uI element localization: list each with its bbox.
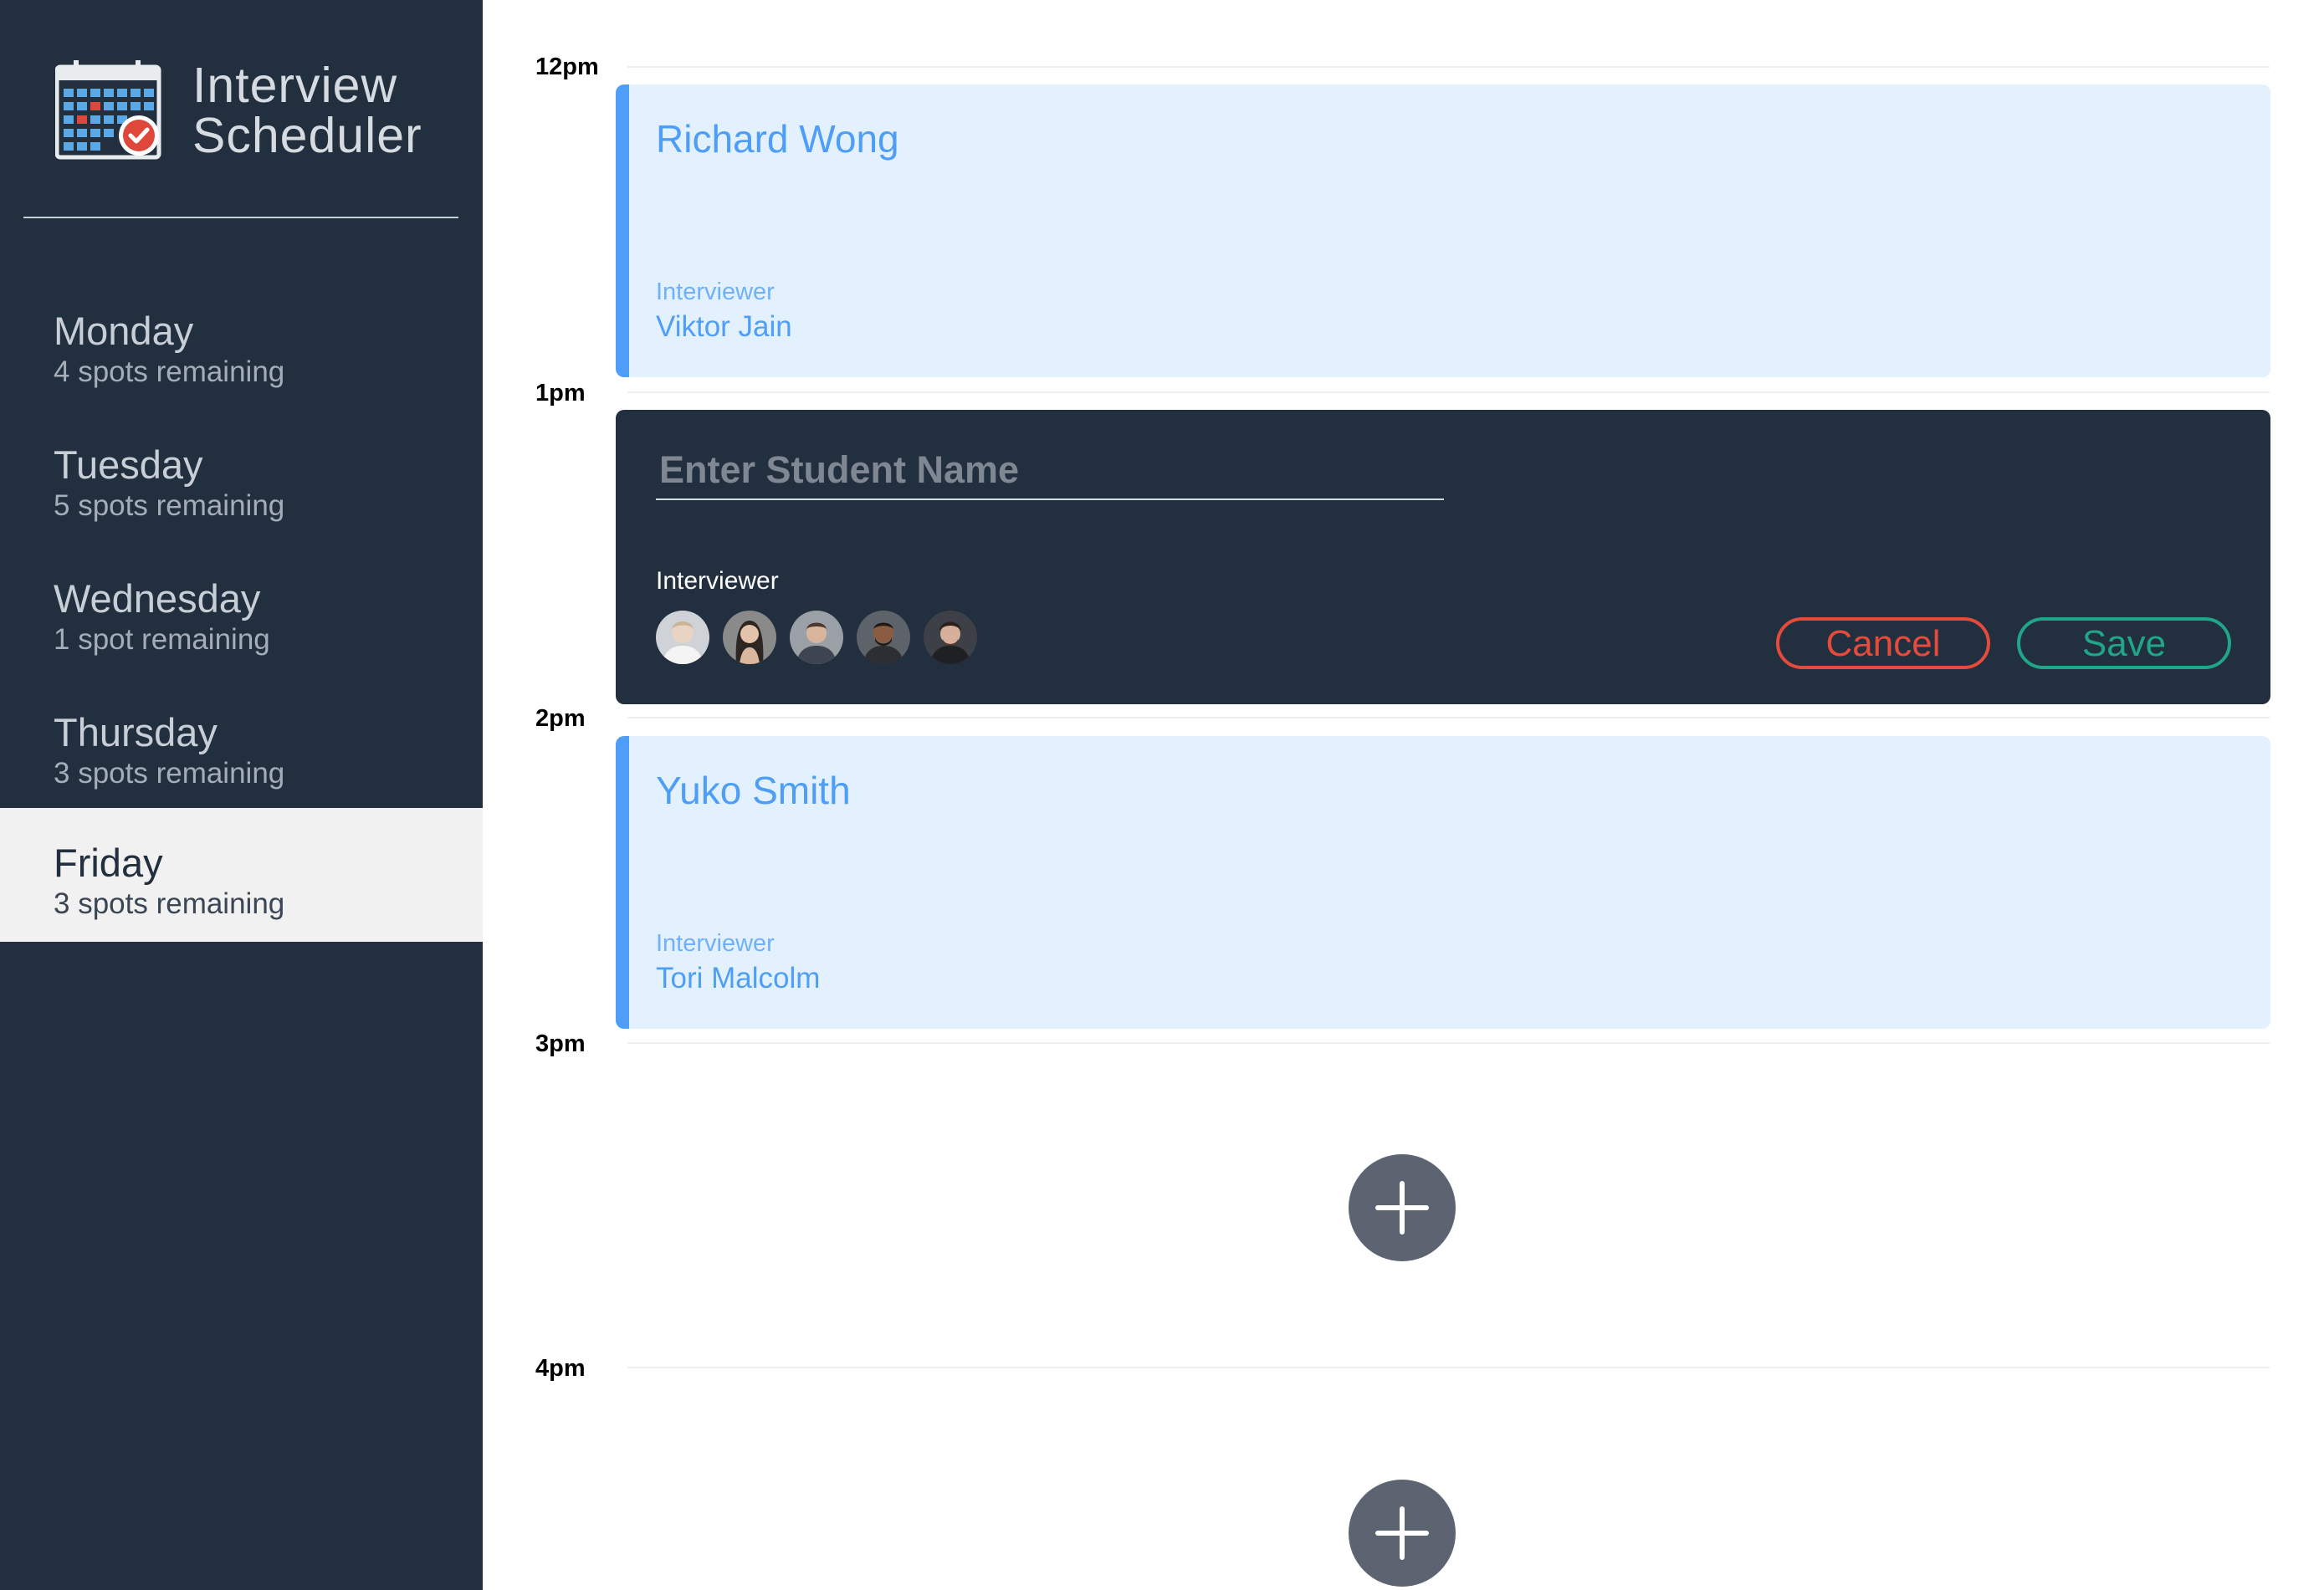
cancel-button[interactable]: Cancel — [1776, 617, 1990, 669]
time-label-2pm: 2pm — [535, 705, 586, 732]
interviewer-avatar[interactable] — [790, 611, 843, 664]
calendar-check-icon — [54, 59, 167, 162]
day-item-thursday[interactable]: Thursday 3 spots remaining — [0, 677, 483, 811]
day-spots: 1 spot remaining — [54, 623, 270, 656]
appointment-interviewer-name: Tori Malcolm — [656, 962, 821, 994]
hour-divider — [627, 1042, 2270, 1044]
interviewer-avatar[interactable] — [656, 611, 709, 664]
hour-divider — [627, 391, 2270, 393]
time-label-12pm: 12pm — [535, 54, 599, 80]
time-label-1pm: 1pm — [535, 380, 586, 406]
hour-divider — [627, 717, 2270, 718]
appointment-student-name: Richard Wong — [656, 117, 899, 161]
interviewer-avatar[interactable] — [924, 611, 977, 664]
plus-icon — [1375, 1506, 1429, 1560]
save-button[interactable]: Save — [2017, 617, 2231, 669]
plus-icon — [1375, 1181, 1429, 1235]
time-label-3pm: 3pm — [535, 1030, 586, 1057]
appointment-card[interactable]: Yuko Smith Interviewer Tori Malcolm — [616, 736, 2270, 1029]
day-spots: 5 spots remaining — [54, 489, 285, 522]
day-name: Thursday — [54, 710, 218, 754]
day-spots: 3 spots remaining — [54, 757, 285, 790]
app-title: Interview Scheduler — [192, 60, 422, 161]
appointment-interviewer-name: Viktor Jain — [656, 310, 792, 343]
app-title-line-2: Scheduler — [192, 108, 422, 163]
hour-divider — [627, 66, 2270, 68]
day-name: Tuesday — [54, 442, 203, 487]
day-item-tuesday[interactable]: Tuesday 5 spots remaining — [0, 410, 483, 544]
interviewer-avatar[interactable] — [723, 611, 776, 664]
appointment-interviewer-label: Interviewer — [656, 279, 775, 305]
interviewer-avatar[interactable] — [857, 611, 910, 664]
app-root: Interview Scheduler Monday 4 spots remai… — [0, 0, 2324, 1590]
appointment-card[interactable]: Richard Wong Interviewer Viktor Jain — [616, 84, 2270, 377]
day-name: Monday — [54, 309, 194, 353]
app-title-line-1: Interview — [192, 58, 398, 113]
add-appointment-button[interactable] — [1349, 1480, 1456, 1587]
day-name: Wednesday — [54, 576, 261, 621]
sidebar-divider — [23, 217, 458, 218]
sidebar: Interview Scheduler Monday 4 spots remai… — [0, 0, 483, 1590]
day-spots: 4 spots remaining — [54, 355, 285, 388]
day-item-monday[interactable]: Monday 4 spots remaining — [0, 276, 483, 410]
student-name-input[interactable] — [656, 442, 1444, 500]
time-label-4pm: 4pm — [535, 1355, 586, 1382]
day-item-wednesday[interactable]: Wednesday 1 spot remaining — [0, 544, 483, 677]
add-appointment-button[interactable] — [1349, 1154, 1456, 1261]
day-name: Friday — [54, 841, 163, 885]
appointment-interviewer-label: Interviewer — [656, 930, 775, 957]
appointment-student-name: Yuko Smith — [656, 769, 851, 812]
booking-form: Interviewer — [616, 410, 2270, 704]
interviewer-label: Interviewer — [656, 567, 779, 595]
day-item-friday[interactable]: Friday 3 spots remaining — [0, 808, 483, 942]
hour-divider — [627, 1367, 2270, 1368]
day-spots: 3 spots remaining — [54, 887, 285, 920]
